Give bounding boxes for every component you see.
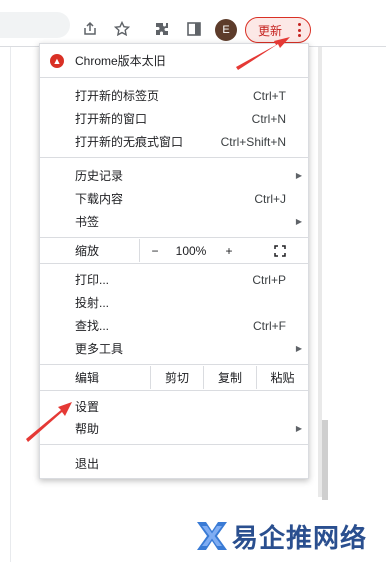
menu-item-downloads[interactable]: 下载内容 Ctrl+J	[40, 187, 308, 210]
cut-button[interactable]: 剪切	[150, 366, 203, 389]
fullscreen-icon[interactable]	[268, 239, 292, 262]
menu-item-new-tab[interactable]: 打开新的标签页 Ctrl+T	[40, 84, 308, 107]
browser-toolbar: E 更新	[0, 0, 386, 46]
menu-item-new-incognito-window[interactable]: 打开新的无痕式窗口 Ctrl+Shift+N	[40, 130, 308, 153]
zoom-in-button[interactable]: +	[218, 239, 240, 262]
extensions-icon[interactable]	[152, 19, 172, 39]
paste-button[interactable]: 粘贴	[256, 366, 308, 389]
menu-item-shortcut: Ctrl+Shift+N	[220, 134, 286, 149]
copy-button[interactable]: 复制	[203, 366, 256, 389]
submenu-arrow-icon: ▶	[295, 344, 302, 353]
menu-item-edit: 编辑 剪切 复制 粘贴	[40, 366, 308, 389]
menu-item-bookmarks[interactable]: 书签 ▶	[40, 210, 308, 233]
menu-item-settings[interactable]: 设置	[40, 395, 308, 418]
watermark-logo: 易企推网络	[194, 514, 384, 558]
menu-item-shortcut: Ctrl+P	[252, 272, 286, 287]
menu-item-shortcut: Ctrl+T	[253, 88, 286, 103]
zoom-level: 100%	[175, 243, 207, 258]
menu-divider	[40, 364, 308, 365]
menu-divider	[40, 157, 308, 158]
submenu-arrow-icon: ▶	[295, 217, 302, 226]
menu-item-find[interactable]: 查找... Ctrl+F	[40, 314, 308, 337]
menu-item-cast[interactable]: 投射...	[40, 291, 308, 314]
page-divider	[10, 47, 11, 562]
menu-item-shortcut: Ctrl+J	[254, 191, 286, 206]
menu-item-update-chrome[interactable]: ▲ Chrome版本太旧	[40, 49, 308, 72]
menu-item-label: Chrome版本太旧	[75, 54, 166, 68]
address-bar[interactable]	[0, 12, 70, 38]
watermark-x-icon	[197, 522, 227, 550]
menu-item-label: 投射...	[75, 296, 110, 310]
menu-divider	[40, 77, 308, 78]
menu-divider	[40, 237, 308, 238]
menu-item-new-window[interactable]: 打开新的窗口 Ctrl+N	[40, 107, 308, 130]
menu-item-label: 缩放	[75, 244, 100, 258]
menu-item-label: 帮助	[75, 422, 100, 436]
menu-item-shortcut: Ctrl+N	[251, 111, 286, 126]
more-vert-icon	[297, 23, 301, 37]
update-button[interactable]: 更新	[245, 17, 311, 43]
submenu-arrow-icon: ▶	[295, 171, 302, 180]
bookmark-star-icon[interactable]	[112, 19, 132, 39]
menu-item-help[interactable]: 帮助 ▶	[40, 417, 308, 440]
update-button-label: 更新	[258, 23, 283, 38]
zoom-out-button[interactable]: −	[144, 239, 166, 262]
menu-item-shortcut: Ctrl+F	[253, 318, 286, 333]
menu-item-print[interactable]: 打印... Ctrl+P	[40, 268, 308, 291]
menu-divider	[40, 390, 308, 391]
share-icon[interactable]	[80, 19, 100, 39]
menu-item-zoom: 缩放 − 100% +	[40, 239, 308, 262]
menu-item-exit[interactable]: 退出	[40, 452, 308, 475]
menu-divider	[40, 263, 308, 264]
menu-item-label: 设置	[75, 400, 100, 414]
profile-avatar[interactable]: E	[215, 19, 237, 41]
page-side-bar	[322, 420, 328, 500]
menu-item-label: 更多工具	[75, 342, 124, 356]
menu-item-label: 书签	[75, 215, 100, 229]
submenu-arrow-icon: ▶	[295, 424, 302, 433]
update-arrow-icon: ▲	[50, 54, 64, 68]
watermark-text: 易企推网络	[232, 523, 368, 554]
side-panel-icon[interactable]	[184, 19, 204, 39]
menu-divider	[40, 444, 308, 445]
chrome-main-menu: ▲ Chrome版本太旧 打开新的标签页 Ctrl+T 打开新的窗口 Ctrl+…	[39, 43, 309, 479]
menu-item-label: 退出	[75, 457, 100, 471]
menu-item-more-tools[interactable]: 更多工具 ▶	[40, 337, 308, 360]
menu-item-history[interactable]: 历史记录 ▶	[40, 164, 308, 187]
menu-item-label: 历史记录	[75, 169, 124, 183]
